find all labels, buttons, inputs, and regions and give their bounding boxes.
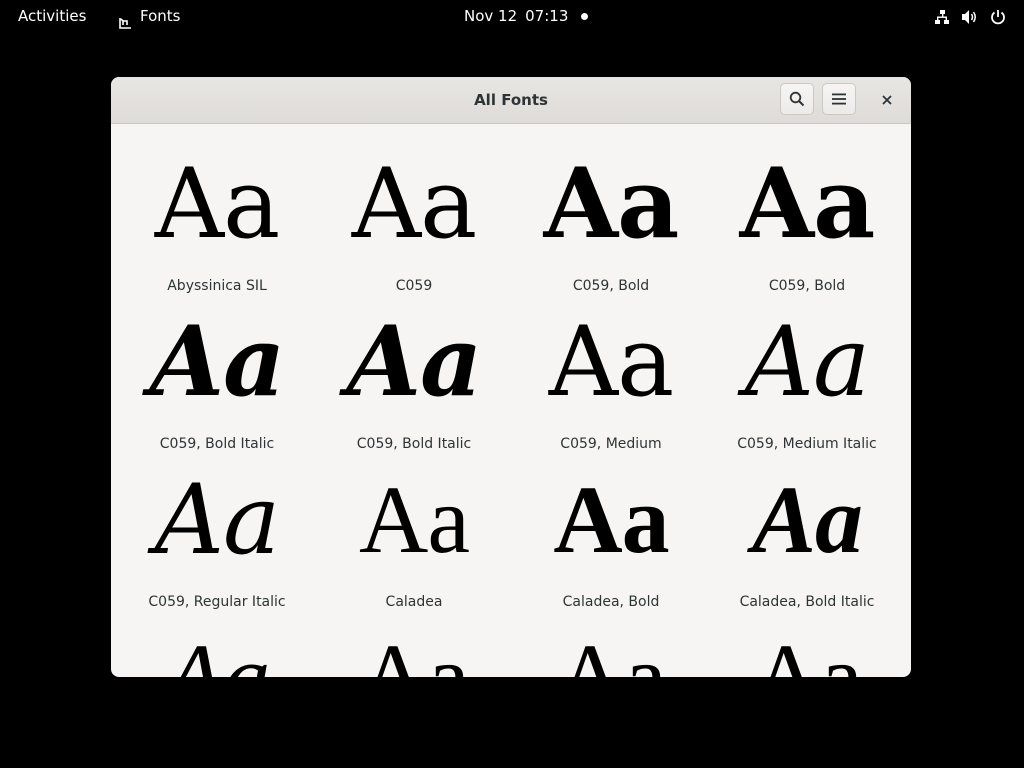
font-preview: Aa (316, 630, 512, 678)
font-preview: Aa (739, 147, 876, 260)
font-grid: Aa Abyssinica SIL Aa C059 Aa C059, Bold … (111, 124, 911, 678)
fonts-app-icon (118, 10, 132, 29)
font-name: Caladea (385, 594, 443, 610)
font-preview: Aa (154, 464, 281, 576)
font-preview: Aa (346, 305, 483, 418)
font-preview: Aa (513, 630, 709, 678)
font-name: C059, Bold (768, 278, 846, 294)
font-name: C059, Regular Italic (148, 594, 286, 610)
close-button[interactable] (874, 87, 900, 113)
font-preview: Aa (751, 466, 863, 573)
font-name: Caladea, Bold (562, 594, 660, 610)
font-name: C059, Medium (560, 436, 662, 452)
font-preview: Aa (553, 466, 669, 573)
main-menu-button[interactable] (822, 83, 856, 115)
font-preview: Aa (119, 630, 315, 678)
font-name: C059 (395, 278, 433, 294)
app-menu-label: Fonts (140, 7, 181, 25)
font-preview: Aa (709, 630, 905, 678)
font-name: Abyssinica SIL (167, 278, 267, 294)
font-preview: Aa (149, 305, 286, 418)
font-preview: Aa (543, 147, 680, 260)
search-button[interactable] (780, 83, 814, 115)
search-icon (789, 91, 805, 107)
font-preview: Aa (154, 148, 281, 260)
font-preview: Aa (351, 148, 478, 260)
font-name: C059, Bold Italic (159, 436, 275, 452)
activities-button[interactable]: Activities (18, 0, 86, 33)
network-icon[interactable] (934, 0, 950, 33)
font-name: C059, Bold (572, 278, 650, 294)
clock-date: Nov 12 (464, 7, 518, 25)
font-name: C059, Medium Italic (737, 436, 877, 452)
header-bar: All Fonts (111, 77, 911, 124)
fonts-window: All Fonts Aa Abyssinica SIL Aa C059 Aa C… (111, 77, 911, 677)
volume-icon[interactable] (961, 0, 979, 33)
clock[interactable]: Nov 12 07:13 (464, 0, 568, 33)
close-icon (882, 95, 892, 105)
clock-time: 07:13 (525, 7, 569, 25)
power-icon[interactable] (990, 0, 1006, 33)
font-preview: Aa (548, 306, 675, 418)
top-bar: Activities Fonts Nov 12 07:13 (0, 0, 1024, 33)
hamburger-menu-icon (832, 93, 846, 105)
font-preview: Aa (359, 466, 470, 573)
font-preview: Aa (744, 306, 871, 418)
font-name: C059, Bold Italic (356, 436, 472, 452)
font-name: Caladea, Bold Italic (739, 594, 875, 610)
app-menu[interactable]: Fonts (118, 0, 180, 33)
notification-dot (581, 13, 588, 20)
